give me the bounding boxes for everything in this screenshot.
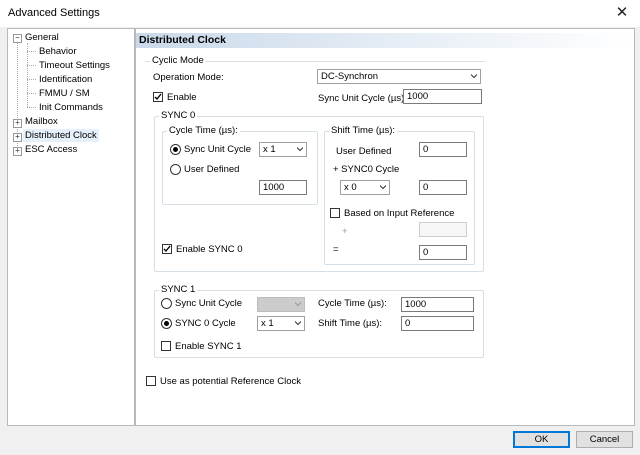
close-icon: ✕ [615,4,629,21]
chevron-down-icon [297,147,303,152]
tree-guide-line [27,51,36,52]
sync1-sync-unit-cycle-radio[interactable] [161,298,172,309]
expand-mailbox-icon[interactable]: + [13,119,22,128]
chevron-down-icon [471,74,477,79]
plus-sign: + [342,226,348,237]
chevron-down-icon [295,302,301,307]
tree-item-init-commands[interactable]: Init Commands [39,102,103,113]
reference-clock-checkbox[interactable] [146,376,156,386]
sync1-shift-time-input[interactable]: 0 [401,316,474,331]
plus-sync0-cycle-label: + SYNC0 Cycle [333,164,400,175]
radio-selected-dot [164,321,169,326]
tree-guide-line [27,79,36,80]
expand-distributed-clock-icon[interactable]: + [13,133,22,142]
panel-title: Distributed Clock [139,34,226,46]
cyclic-mode-label: Cyclic Mode [150,55,206,66]
check-icon [154,93,162,101]
sync1-sync-unit-cycle-label: Sync Unit Cycle [175,298,243,309]
settings-tree[interactable]: − General Behavior Timeout Settings Iden… [7,28,135,426]
input-reference-input[interactable] [419,222,467,237]
sync1-label: SYNC 1 [159,284,198,295]
sync0-cycle-time-input[interactable]: 1000 [259,180,307,195]
based-on-input-checkbox[interactable] [330,208,340,218]
tree-guide-line [27,43,28,107]
tree-guide-line [27,107,36,108]
sync0-sync-unit-cycle-label: Sync Unit Cycle [184,144,252,155]
cancel-button[interactable]: Cancel [576,431,633,448]
sync0-cycle-time-label: Cycle Time (µs): [167,125,240,136]
operation-mode-value: DC-Synchron [321,71,379,82]
sync0-user-defined-radio[interactable] [170,164,181,175]
sync0-cycle-multiplier-select[interactable]: x 0 [340,180,390,195]
tree-item-timeout-settings[interactable]: Timeout Settings [39,60,110,71]
tree-item-distributed-clock[interactable]: Distributed Clock [23,129,99,142]
sync0-sync-unit-cycle-radio[interactable] [170,144,181,155]
sync0-shift-time-label: Shift Time (µs): [329,125,398,136]
enable-sync1-checkbox[interactable] [161,341,171,351]
collapse-general-icon[interactable]: − [13,34,22,43]
sync1-sync-unit-multiplier-select[interactable] [257,297,305,312]
sync1-cycle-time-label: Cycle Time (µs): [318,298,387,309]
sync1-multiplier-select[interactable]: x 1 [257,316,305,331]
sync0-label: SYNC 0 [159,110,198,121]
reference-clock-label: Use as potential Reference Clock [160,376,301,387]
sync0-multiplier-select[interactable]: x 1 [259,142,307,157]
enable-sync0-checkbox[interactable] [162,244,172,254]
tree-guide-line [27,93,36,94]
expand-esc-access-icon[interactable]: + [13,147,22,156]
enable-cyclic-checkbox[interactable] [153,92,163,102]
operation-mode-label: Operation Mode: [153,72,224,83]
chevron-down-icon [380,185,386,190]
enable-cyclic-label: Enable [167,92,197,103]
sync1-multiplier-value: x 1 [261,318,274,329]
sync-unit-cycle-label: Sync Unit Cycle (µs): [318,93,407,104]
sync0-cycle-input[interactable]: 0 [419,180,467,195]
sync0-cycle-multiplier-value: x 0 [344,182,357,193]
tree-item-mailbox[interactable]: Mailbox [25,116,58,127]
sync0-result-input[interactable]: 0 [419,245,467,260]
operation-mode-select[interactable]: DC-Synchron [317,69,481,84]
equals-sign: = [333,244,339,255]
ok-button[interactable]: OK [513,431,570,448]
sync1-sync0-cycle-label: SYNC 0 Cycle [175,318,236,329]
shift-user-defined-label: User Defined [336,146,392,157]
window-title: Advanced Settings [8,7,100,19]
tree-item-behavior[interactable]: Behavior [39,46,77,57]
tree-item-identification[interactable]: Identification [39,74,92,85]
sync0-user-defined-label: User Defined [184,164,240,175]
sync1-cycle-time-input[interactable]: 1000 [401,297,474,312]
chevron-down-icon [295,321,301,326]
enable-sync1-label: Enable SYNC 1 [175,341,242,352]
sync0-multiplier-value: x 1 [263,144,276,155]
radio-selected-dot [173,147,178,152]
shift-user-defined-input[interactable]: 0 [419,142,467,157]
sync-unit-cycle-input[interactable]: 1000 [403,89,482,104]
sync1-sync0-cycle-radio[interactable] [161,318,172,329]
based-on-input-label: Based on Input Reference [344,208,455,219]
tree-guide-line [27,65,36,66]
close-button[interactable]: ✕ [612,4,632,22]
tree-item-general[interactable]: General [25,32,59,43]
panel-header: Distributed Clock [136,33,632,48]
tree-item-esc-access[interactable]: ESC Access [25,144,77,155]
check-icon [163,245,171,253]
tree-item-fmmu-sm[interactable]: FMMU / SM [39,88,90,99]
sync1-shift-time-label: Shift Time (µs): [318,318,383,329]
enable-sync0-label: Enable SYNC 0 [176,244,243,255]
